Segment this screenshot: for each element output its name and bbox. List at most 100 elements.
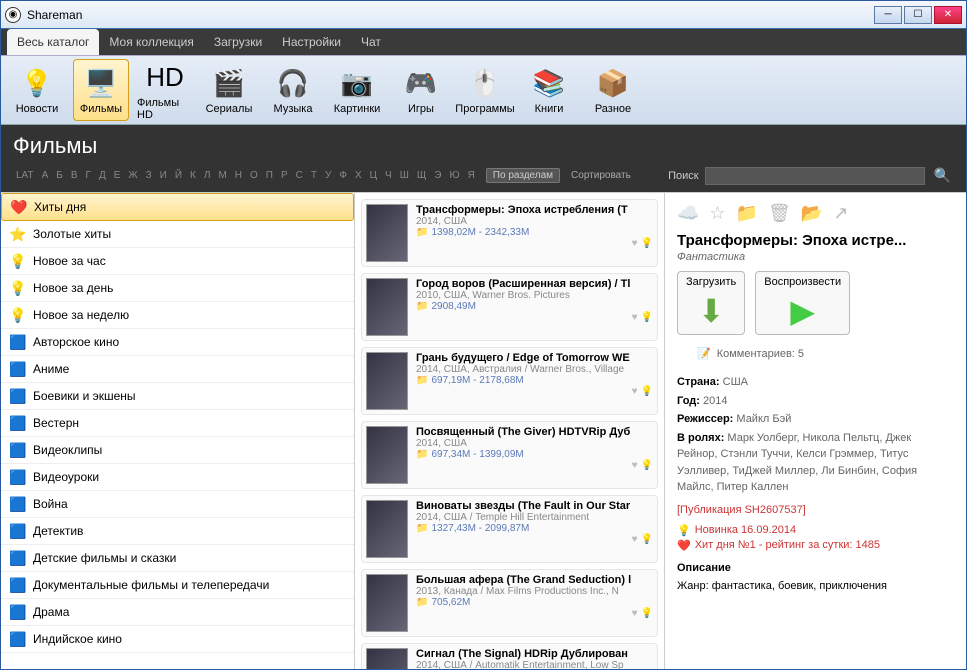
tool-Программы[interactable]: 🖱️Программы xyxy=(457,59,513,121)
alpha-Ф[interactable]: Ф xyxy=(336,168,350,183)
search-input[interactable] xyxy=(705,167,925,185)
alpha-row: LATАБВГДЕЖЗИЙКЛМНОПРСТУФХЦЧШЩЭЮЯ По разд… xyxy=(13,165,954,186)
open-icon[interactable]: 📂 xyxy=(801,203,823,224)
heart-icon[interactable]: ♥ xyxy=(632,460,638,471)
tool-Книги[interactable]: 📚Книги xyxy=(521,59,577,121)
sidebar-item-12[interactable]: 🟦Детектив xyxy=(1,518,354,545)
tool-Игры[interactable]: 🎮Игры xyxy=(393,59,449,121)
alpha-В[interactable]: В xyxy=(68,168,81,183)
sidebar-item-5[interactable]: 🟦Авторское кино xyxy=(1,329,354,356)
comments-count[interactable]: Комментариев: 5 xyxy=(717,348,804,360)
detail-genre: Фантастика xyxy=(677,251,954,263)
sidebar-item-4[interactable]: 💡Новое за неделю xyxy=(1,302,354,329)
movie-title: Виноваты звезды (The Fault in Our Star xyxy=(416,500,653,512)
sidebar-item-6[interactable]: 🟦Аниме xyxy=(1,356,354,383)
alpha-А[interactable]: А xyxy=(39,168,52,183)
menu-item-2[interactable]: Загрузки xyxy=(204,29,272,55)
close-button[interactable]: ✕ xyxy=(934,6,962,24)
tool-Музыка[interactable]: 🎧Музыка xyxy=(265,59,321,121)
alpha-О[interactable]: О xyxy=(247,168,261,183)
alpha-У[interactable]: У xyxy=(322,168,334,183)
alpha-Щ[interactable]: Щ xyxy=(414,168,429,183)
menu-item-4[interactable]: Чат xyxy=(351,29,391,55)
alpha-Б[interactable]: Б xyxy=(53,168,66,183)
sidebar-item-1[interactable]: ⭐Золотые хиты xyxy=(1,221,354,248)
alpha-Й[interactable]: Й xyxy=(172,168,185,183)
publication-link[interactable]: [Публикация SH2607537] xyxy=(677,504,954,516)
heart-icon[interactable]: ♥ xyxy=(632,312,638,323)
alpha-К[interactable]: К xyxy=(187,168,199,183)
sidebar-item-3[interactable]: 💡Новое за день xyxy=(1,275,354,302)
tool-Новости[interactable]: 💡Новости xyxy=(9,59,65,121)
search-icon[interactable]: 🔍 xyxy=(931,165,954,186)
sidebar-item-11[interactable]: 🟦Война xyxy=(1,491,354,518)
alpha-Т[interactable]: Т xyxy=(308,168,320,183)
minimize-button[interactable]: ─ xyxy=(874,6,902,24)
heart-icon[interactable]: ♥ xyxy=(632,608,638,619)
movie-item-3[interactable]: Посвященный (The Giver) HDTVRip Дуб 2014… xyxy=(361,421,658,489)
upload-icon[interactable]: ☁️ xyxy=(677,203,699,224)
sort-label[interactable]: Сортировать xyxy=(568,168,634,183)
movie-item-1[interactable]: Город воров (Расширенная версия) / Tl 20… xyxy=(361,273,658,341)
sidebar-item-10[interactable]: 🟦Видеоуроки xyxy=(1,464,354,491)
tool-Разное[interactable]: 📦Разное xyxy=(585,59,641,121)
sidebar-item-2[interactable]: 💡Новое за час xyxy=(1,248,354,275)
alpha-Р[interactable]: Р xyxy=(278,168,291,183)
section-header: Фильмы LATАБВГДЕЖЗИЙКЛМНОПРСТУФХЦЧШЩЭЮЯ … xyxy=(1,125,966,192)
alpha-Л[interactable]: Л xyxy=(201,168,214,183)
alpha-Ж[interactable]: Ж xyxy=(125,168,140,183)
tool-Фильмы[interactable]: 🖥️Фильмы xyxy=(73,59,129,121)
menu-item-3[interactable]: Настройки xyxy=(272,29,351,55)
heart-icon[interactable]: ♥ xyxy=(632,238,638,249)
trash-icon[interactable]: 🗑 xyxy=(768,203,791,224)
folder-icon[interactable]: 📁 xyxy=(736,203,758,224)
tool-Картинки[interactable]: 📷Картинки xyxy=(329,59,385,121)
alpha-Н[interactable]: Н xyxy=(232,168,245,183)
side-icon: ⭐ xyxy=(9,225,27,243)
bulb-icon: 💡 xyxy=(641,460,653,471)
alpha-Ц[interactable]: Ц xyxy=(367,168,380,183)
sidebar-item-14[interactable]: 🟦Документальные фильмы и телепередачи xyxy=(1,572,354,599)
sidebar-item-8[interactable]: 🟦Вестерн xyxy=(1,410,354,437)
alpha-Ю[interactable]: Ю xyxy=(446,168,462,183)
alpha-П[interactable]: П xyxy=(263,168,276,183)
sidebar-item-16[interactable]: 🟦Индийское кино xyxy=(1,626,354,653)
alpha-Г[interactable]: Г xyxy=(83,168,94,183)
movie-item-2[interactable]: Грань будущего / Edge of Tomorrow WE 201… xyxy=(361,347,658,415)
menu-item-1[interactable]: Моя коллекция xyxy=(99,29,203,55)
movie-item-4[interactable]: Виноваты звезды (The Fault in Our Star 2… xyxy=(361,495,658,563)
heart-icon[interactable]: ♥ xyxy=(632,534,638,545)
movie-thumb xyxy=(366,352,408,410)
by-sections-button[interactable]: По разделам xyxy=(486,168,560,183)
sidebar-item-9[interactable]: 🟦Видеоклипы xyxy=(1,437,354,464)
movie-item-6[interactable]: Сигнал (The Signal) HDRip Дублирован 201… xyxy=(361,643,658,669)
menu-item-0[interactable]: Весь каталог xyxy=(7,29,99,55)
alpha-Я[interactable]: Я xyxy=(465,168,478,183)
alpha-Ч[interactable]: Ч xyxy=(382,168,395,183)
alpha-Д[interactable]: Д xyxy=(96,168,109,183)
sidebar-item-15[interactable]: 🟦Драма xyxy=(1,599,354,626)
tool-Фильмы HD[interactable]: HDФильмы HD xyxy=(137,59,193,121)
sidebar-item-0[interactable]: ❤️Хиты дня xyxy=(1,193,354,221)
tool-Сериалы[interactable]: 🎬Сериалы xyxy=(201,59,257,121)
movie-item-0[interactable]: Трансформеры: Эпоха истребления (T 2014,… xyxy=(361,199,658,267)
play-button[interactable]: Воспроизвести ▶ xyxy=(755,271,850,335)
star-icon[interactable]: ☆ xyxy=(709,203,725,224)
alpha-LAT[interactable]: LAT xyxy=(13,168,37,183)
alpha-М[interactable]: М xyxy=(215,168,229,183)
tool-icon: 📷 xyxy=(339,65,375,101)
movie-item-5[interactable]: Большая афера (The Grand Seduction) l 20… xyxy=(361,569,658,637)
alpha-Ш[interactable]: Ш xyxy=(397,168,412,183)
heart-icon[interactable]: ♥ xyxy=(632,386,638,397)
alpha-Э[interactable]: Э xyxy=(431,168,444,183)
share-icon[interactable]: ↗ xyxy=(833,203,848,224)
sidebar-item-13[interactable]: 🟦Детские фильмы и сказки xyxy=(1,545,354,572)
alpha-Х[interactable]: Х xyxy=(352,168,365,183)
alpha-И[interactable]: И xyxy=(157,168,170,183)
maximize-button[interactable]: ☐ xyxy=(904,6,932,24)
alpha-З[interactable]: З xyxy=(143,168,155,183)
download-button[interactable]: Загрузить ⬇ xyxy=(677,271,745,335)
alpha-Е[interactable]: Е xyxy=(111,168,124,183)
alpha-С[interactable]: С xyxy=(293,168,306,183)
sidebar-item-7[interactable]: 🟦Боевики и экшены xyxy=(1,383,354,410)
